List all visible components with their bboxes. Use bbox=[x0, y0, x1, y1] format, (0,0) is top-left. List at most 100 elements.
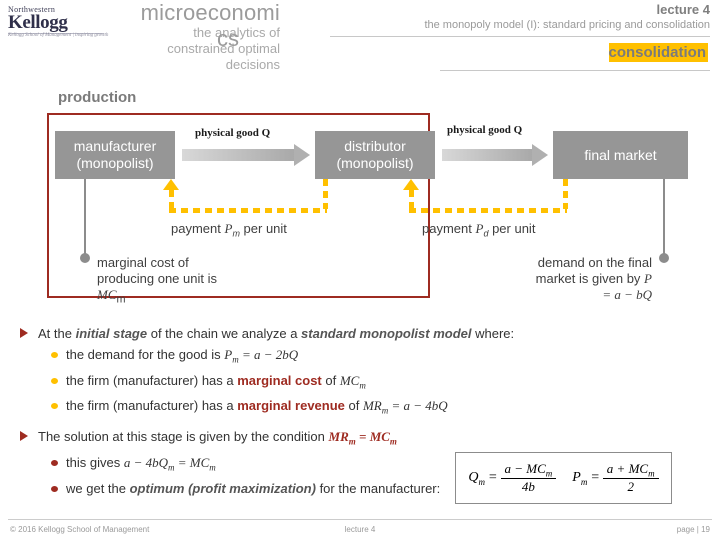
payment-label-1-sub: m bbox=[232, 228, 240, 239]
formula-q-subscript: m bbox=[478, 476, 486, 487]
callout-text-right: demand on the final market is given by P… bbox=[480, 255, 652, 303]
formula-p-symbol: P bbox=[572, 469, 581, 485]
sub-1-2-emphasis: marginal cost bbox=[237, 372, 322, 388]
sub-2-1-math-symbol: a − 4bQ bbox=[123, 455, 168, 471]
node-final-market-line1: final market bbox=[584, 146, 657, 163]
node-distributor-line1: distributor bbox=[344, 138, 406, 154]
bullet-1-emphasis-b: standard monopolist model bbox=[301, 326, 472, 341]
node-distributor[interactable]: distributor (monopolist) bbox=[315, 131, 435, 179]
bullet-1-text-b: of the chain we analyze a bbox=[147, 326, 302, 341]
section-title-highlight: consolidation bbox=[608, 43, 708, 62]
bullet-1-emphasis-a: initial stage bbox=[75, 326, 148, 341]
kellogg-logo: Northwestern Kellogg Kellogg School of M… bbox=[8, 6, 113, 40]
bullet-2-text-a: The solution at this stage is given by t… bbox=[38, 428, 329, 444]
course-title: microeconomi bbox=[140, 0, 280, 25]
formula-q-lhs: Qm bbox=[468, 470, 485, 487]
formula-q-symbol: Q bbox=[468, 469, 479, 485]
sub-1-3-text-a: the firm (manufacturer) has a bbox=[66, 398, 238, 414]
bullet-marginal-revenue: the firm (manufacturer) has a marginal r… bbox=[18, 396, 708, 421]
formula-p-denominator: 2 bbox=[627, 479, 634, 495]
formula-q-equals: = bbox=[488, 470, 498, 485]
callout-dot-left bbox=[80, 253, 90, 263]
formula-p-equals: = bbox=[590, 470, 600, 485]
callout-line-right bbox=[663, 179, 665, 255]
course-subtitle-line-1: the analytics of bbox=[193, 25, 280, 40]
formula-q-numerator-text: a − MC bbox=[504, 460, 546, 476]
sub-2-1-math-rest-subscript: m bbox=[209, 462, 216, 473]
callout-left-line-2: producing one unit is bbox=[97, 271, 217, 286]
node-final-market[interactable]: final market bbox=[553, 131, 688, 179]
formula-q-denominator: 4b bbox=[521, 479, 535, 495]
formula-p-fraction: a + MCm 2 bbox=[602, 461, 659, 496]
dot-bullet-icon bbox=[51, 403, 58, 410]
formula-q-numerator: a − MCm bbox=[501, 461, 557, 479]
flow-label-2: physical good Q bbox=[447, 124, 522, 136]
lecture-number: lecture 4 bbox=[656, 2, 710, 17]
bullet-solution-condition: The solution at this stage is given by t… bbox=[18, 427, 708, 452]
callout-left-math: MC bbox=[97, 287, 117, 302]
bullet-2-math-2: MCm bbox=[369, 428, 397, 447]
triangle-bullet-icon bbox=[20, 328, 28, 338]
node-manufacturer[interactable]: manufacturer (monopolist) bbox=[55, 131, 175, 179]
flow-label-1: physical good Q bbox=[195, 127, 270, 139]
logo-tagline: Kellogg School of Management | inspiring… bbox=[8, 33, 109, 38]
bullet-1-text-a: At the bbox=[38, 326, 76, 341]
callout-right-line-2: market is given by bbox=[535, 271, 645, 286]
bullet-marginal-cost: the firm (manufacturer) has a marginal c… bbox=[18, 371, 708, 396]
payment-arrow-2-across bbox=[409, 208, 567, 213]
payment-arrow-2 bbox=[395, 179, 575, 219]
formula-p-lhs: Pm bbox=[572, 470, 587, 487]
course-title-block: microeconomi the analytics of constraine… bbox=[100, 0, 280, 73]
bullet-initial-stage: At the initial stage of the chain we ana… bbox=[18, 324, 708, 343]
section-divider bbox=[440, 70, 710, 71]
node-distributor-line2: (monopolist) bbox=[336, 155, 414, 171]
callout-left-math-sub: m bbox=[116, 293, 126, 306]
sub-1-2-math-subscript: m bbox=[359, 380, 366, 391]
sub-1-1-math: Pm = a − 2bQ bbox=[224, 347, 298, 365]
payment-arrow-2-head-icon bbox=[403, 179, 419, 190]
payment-arrow-2-down bbox=[563, 179, 568, 209]
sub-1-3-text-b: of bbox=[344, 398, 363, 414]
sub-1-2-text-a: the firm (manufacturer) has a bbox=[66, 372, 238, 388]
formula-q-fraction: a − MCm 4b bbox=[500, 461, 557, 496]
bullet-2-math-1: MRm bbox=[328, 428, 356, 447]
arrow-shaft bbox=[442, 149, 532, 161]
payment-label-1: payment Pm per unit bbox=[171, 221, 287, 239]
bullet-2-math-2-symbol: MC bbox=[369, 428, 390, 444]
sub-2-2-text-b: for the manufacturer: bbox=[315, 480, 441, 496]
callout-right-math-2: = a − bQ bbox=[602, 287, 652, 302]
flow-label-2-text: physical good Q bbox=[447, 124, 523, 136]
header-divider bbox=[330, 36, 710, 37]
callout-dot-right bbox=[659, 253, 669, 263]
formula-p-numerator: a + MCm bbox=[603, 461, 659, 479]
dot-bullet-icon bbox=[51, 460, 58, 467]
payment-label-1-suffix: per unit bbox=[239, 221, 287, 236]
payment-label-1-prefix: payment bbox=[171, 221, 225, 236]
callout-line-left bbox=[84, 179, 86, 255]
callout-right-math-1: P bbox=[644, 271, 652, 286]
slide-canvas: Northwestern Kellogg Kellogg School of M… bbox=[0, 0, 720, 540]
payment-arrow-1-head-icon bbox=[163, 179, 179, 190]
lecture-subtitle: the monopoly model (I): standard pricing… bbox=[424, 19, 710, 31]
formula-p-numerator-subscript: m bbox=[648, 468, 655, 479]
sub-1-2-math-symbol: MC bbox=[339, 372, 360, 388]
logo-school: Kellogg bbox=[8, 12, 68, 33]
goods-flow-arrow-1 bbox=[182, 144, 310, 166]
dot-bullet-icon bbox=[51, 352, 58, 358]
sub-2-2-text-a: we get the bbox=[66, 480, 130, 496]
bullet-2-math-2-subscript: m bbox=[389, 436, 397, 447]
sub-1-3-math-symbol: MR bbox=[362, 398, 382, 414]
goods-flow-arrow-2 bbox=[442, 144, 548, 166]
bullet-2-math-1-symbol: MR bbox=[328, 428, 349, 444]
bullet-2-equals: = bbox=[355, 428, 370, 444]
production-label: production bbox=[58, 89, 137, 106]
sub-1-2-text-b: of bbox=[321, 372, 340, 388]
node-manufacturer-line2: (monopolist) bbox=[76, 155, 154, 171]
bullet-demand-for-good: the demand for the good is Pm = a − 2bQ bbox=[18, 345, 708, 370]
course-subtitle-line-3: decisions bbox=[225, 57, 280, 72]
formula-quantity: Qm = a − MCm 4b bbox=[468, 461, 557, 496]
formula-price: Pm = a + MCm 2 bbox=[572, 461, 659, 496]
footer-divider bbox=[8, 519, 712, 520]
optimum-formula-box: Qm = a − MCm 4b Pm = a + MCm 2 bbox=[455, 452, 672, 504]
course-subtitle-line-2: constrained optimal bbox=[167, 41, 280, 56]
